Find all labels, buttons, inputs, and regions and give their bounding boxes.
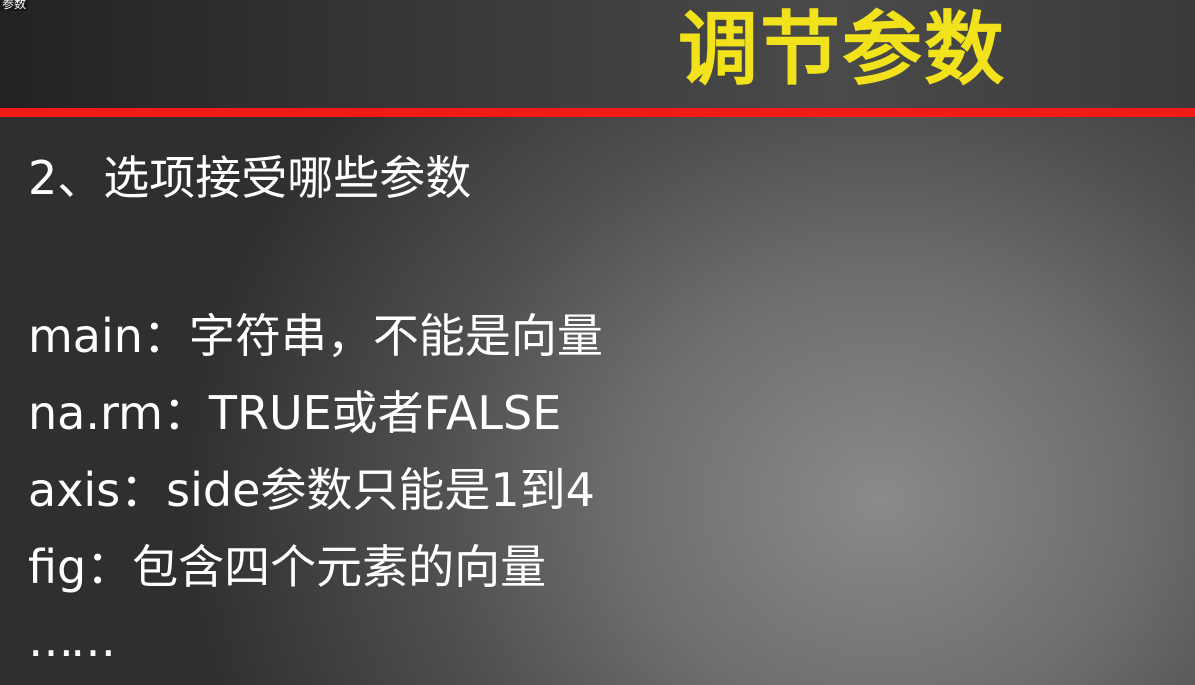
corner-label: 参数 — [0, 0, 29, 11]
list-item-fig: fig：包含四个元素的向量 — [28, 540, 547, 594]
list-item-main: main：字符串，不能是向量 — [28, 309, 603, 363]
list-item-na-rm: na.rm：TRUE或者FALSE — [28, 386, 562, 440]
title-band — [0, 0, 1195, 108]
slide-title: 调节参数 — [678, 3, 1006, 96]
section-heading: 2、选项接受哪些参数 — [28, 151, 472, 205]
parameter-list: main：字符串，不能是向量 na.rm：TRUE或者FALSE axis：si… — [28, 298, 603, 606]
list-item-axis: axis：side参数只能是1到4 — [28, 463, 595, 517]
title-divider — [0, 108, 1195, 117]
continuation-ellipsis: …… — [28, 613, 116, 667]
